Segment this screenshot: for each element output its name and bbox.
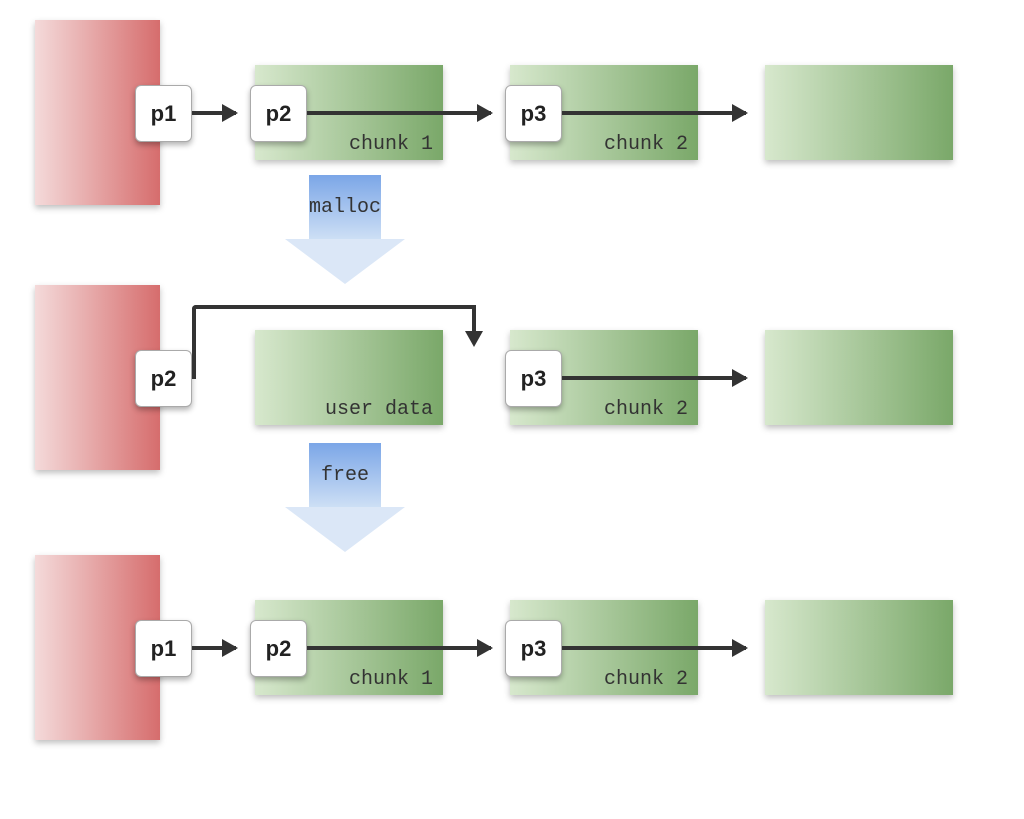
chunk2-label-row1: chunk 2 xyxy=(604,133,688,156)
ptr-p2-label-row3: p2 xyxy=(266,636,292,662)
ptr-p3-label-row2: p3 xyxy=(521,366,547,392)
ptr-p1-row1: p1 xyxy=(135,85,192,142)
arrow-p3-next-row1 xyxy=(562,111,746,115)
ptr-p3-row2: p3 xyxy=(505,350,562,407)
ptr-p1-label-row3: p1 xyxy=(151,636,177,662)
arrow-p1-p2-row3 xyxy=(192,646,236,650)
ptr-p3-row3: p3 xyxy=(505,620,562,677)
chunk1-label-row1: chunk 1 xyxy=(349,133,433,156)
bent-line-row2 xyxy=(192,305,476,379)
step-free-label: free xyxy=(321,464,369,487)
ptr-p2-label-row2: p2 xyxy=(151,366,177,392)
ptr-p3-label-row3: p3 xyxy=(521,636,547,662)
chunk1-label-row3: chunk 1 xyxy=(349,668,433,691)
bent-line-down-row2 xyxy=(472,305,476,333)
ptr-p3-label-row1: p3 xyxy=(521,101,547,127)
ptr-p1-label-row1: p1 xyxy=(151,101,177,127)
ptr-p3-row1: p3 xyxy=(505,85,562,142)
ptr-p2-row2: p2 xyxy=(135,350,192,407)
arrow-p1-p2-row1 xyxy=(192,111,236,115)
step-free-arrow: free xyxy=(285,443,405,563)
step-malloc-label: malloc xyxy=(309,196,381,219)
arrow-p2-p3-row3 xyxy=(307,646,491,650)
arrow-p3-next-row2 xyxy=(562,376,746,380)
chunk3-row1 xyxy=(765,65,953,160)
bent-arrowhead-row2 xyxy=(465,331,483,347)
ptr-p2-row3: p2 xyxy=(250,620,307,677)
chunk2-label-row3: chunk 2 xyxy=(604,668,688,691)
diagram-canvas: chunk 1 chunk 2 p1 p2 p3 malloc user dat… xyxy=(0,0,1024,819)
ptr-p2-label-row1: p2 xyxy=(266,101,292,127)
chunk3-row2 xyxy=(765,330,953,425)
arrow-p2-p3-row1 xyxy=(307,111,491,115)
arrow-p3-next-row3 xyxy=(562,646,746,650)
step-malloc-arrow: malloc xyxy=(285,175,405,295)
chunk2-label-row2: chunk 2 xyxy=(604,398,688,421)
ptr-p1-row3: p1 xyxy=(135,620,192,677)
userdata-label-row2: user data xyxy=(325,398,433,421)
ptr-p2-row1: p2 xyxy=(250,85,307,142)
chunk3-row3 xyxy=(765,600,953,695)
